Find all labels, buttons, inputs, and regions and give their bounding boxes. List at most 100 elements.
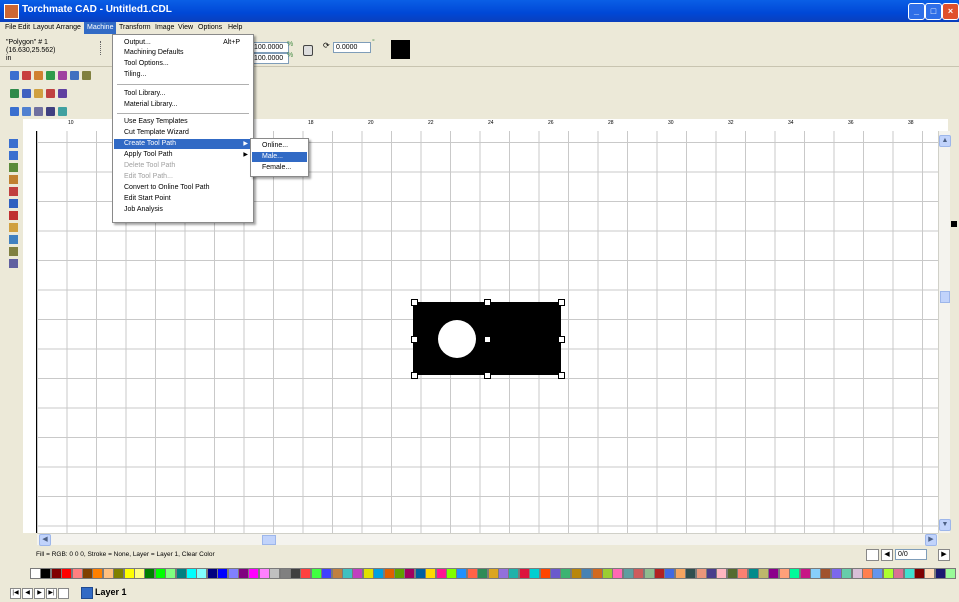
color-swatch[interactable] [466,568,478,579]
lock-ratio-icon[interactable] [303,45,313,56]
menu-item-apply-tool-path[interactable]: Apply Tool Path ▶ [114,150,252,160]
color-swatch[interactable] [820,568,832,579]
color-swatch[interactable] [456,568,468,579]
pen-tool-icon[interactable] [9,223,18,232]
color-swatch[interactable] [706,568,717,579]
color-swatch[interactable] [914,568,925,579]
color-swatch[interactable] [435,568,447,579]
color-swatch[interactable] [518,568,530,579]
move-tool-icon[interactable] [10,89,19,98]
circle-hole[interactable] [438,320,476,358]
trim-tool-icon[interactable] [58,71,67,80]
maximize-button[interactable]: □ [925,3,942,20]
scale-width-unit[interactable]: % [287,41,293,48]
color-swatch[interactable] [342,568,353,579]
app-icon[interactable] [4,4,19,19]
color-swatch[interactable] [373,568,385,579]
rectangle-tool-icon[interactable] [9,211,18,220]
color-swatch[interactable] [290,568,301,579]
color-swatch[interactable] [570,568,582,579]
menu-item-tool-library[interactable]: Tool Library... [114,89,252,99]
menu-item-use-easy-templates[interactable]: Use Easy Templates [114,117,252,127]
color-swatch[interactable] [799,568,811,579]
color-swatch[interactable] [612,568,624,579]
color-swatch[interactable] [227,568,239,579]
color-swatch[interactable] [778,568,790,579]
prev-page-button[interactable]: ◀ [881,549,893,561]
color-swatch[interactable] [591,568,603,579]
scroll-down-button[interactable]: ▼ [939,519,951,531]
submenu-item-female[interactable]: Female... [252,163,307,173]
scroll-right-button[interactable]: ▶ [925,534,937,546]
minimize-button[interactable]: _ [908,3,925,20]
color-swatch[interactable] [196,568,208,579]
scroll-left-button[interactable]: ◀ [39,534,51,546]
color-swatch[interactable] [30,568,41,579]
combine-tool-icon[interactable] [82,71,91,80]
vertical-ruler[interactable] [23,131,37,533]
scale-height-field[interactable]: 100.0000 [251,53,289,64]
color-swatch[interactable] [560,568,572,579]
color-swatch[interactable] [872,568,884,579]
vertical-scrollbar[interactable]: ▲ ▼ [938,131,951,533]
color-swatch[interactable] [310,568,322,579]
color-swatch[interactable] [206,568,218,579]
selection-handle[interactable] [484,336,491,343]
artistic-text-icon[interactable] [9,163,18,172]
color-swatch[interactable] [102,568,114,579]
color-swatch[interactable] [758,568,769,579]
layer-tab[interactable]: Layer 1 [81,585,151,600]
scale-width-field[interactable]: 100.0000 [251,42,289,53]
menu-item-material-library[interactable]: Material Library... [114,100,252,110]
color-swatch[interactable] [664,568,676,579]
color-swatch[interactable] [331,568,343,579]
menu-item-convert-online[interactable]: Convert to Online Tool Path [114,183,252,193]
path-tool-icon[interactable] [46,107,55,116]
selection-handle[interactable] [558,372,565,379]
menu-arrange[interactable]: Arrange [53,22,84,34]
color-swatch[interactable] [768,568,780,579]
color-swatch[interactable] [862,568,873,579]
color-swatch[interactable] [238,568,249,579]
measure-tool-icon[interactable] [9,247,18,256]
color-swatch[interactable] [258,568,270,579]
weld-tool-icon[interactable] [46,71,55,80]
group-tool-icon[interactable] [22,89,31,98]
selection-handle[interactable] [484,299,491,306]
color-swatch[interactable] [841,568,853,579]
polygon-tool-icon[interactable] [9,199,18,208]
color-swatch[interactable] [695,568,707,579]
color-swatch[interactable] [643,568,655,579]
color-swatch[interactable] [186,568,197,579]
selection-handle[interactable] [558,336,565,343]
horizontal-scroll-thumb[interactable] [262,535,276,545]
color-swatch[interactable] [830,568,842,579]
color-swatch[interactable] [165,568,177,579]
color-swatch[interactable] [269,568,281,579]
color-swatch[interactable] [903,568,915,579]
break-tool-icon[interactable] [46,89,55,98]
color-swatch[interactable] [508,568,520,579]
color-swatch[interactable] [144,568,156,579]
color-swatch[interactable] [602,568,613,579]
color-swatch[interactable] [581,568,593,579]
color-swatch[interactable] [61,568,73,579]
submenu-item-online[interactable]: Online... [252,141,307,151]
color-swatch[interactable] [217,568,229,579]
selection-handle[interactable] [558,299,565,306]
menu-item-tiling[interactable]: Tiling... [114,70,252,80]
rotation-field[interactable]: 0.0000 [333,42,371,53]
next-page-button[interactable]: ▶ [938,549,950,561]
color-swatch[interactable] [851,568,863,579]
color-swatch[interactable] [71,568,83,579]
node-tool-icon[interactable] [22,71,31,80]
menu-view[interactable]: View [175,22,196,34]
zoom-tool-icon[interactable] [9,175,18,184]
color-swatch[interactable] [633,568,645,579]
scale-height-unit[interactable]: % [287,52,293,59]
color-swatch[interactable] [477,568,489,579]
color-swatch[interactable] [789,568,801,579]
selection-handle[interactable] [411,372,418,379]
menu-options[interactable]: Options [195,22,225,34]
color-swatch[interactable] [934,568,946,579]
